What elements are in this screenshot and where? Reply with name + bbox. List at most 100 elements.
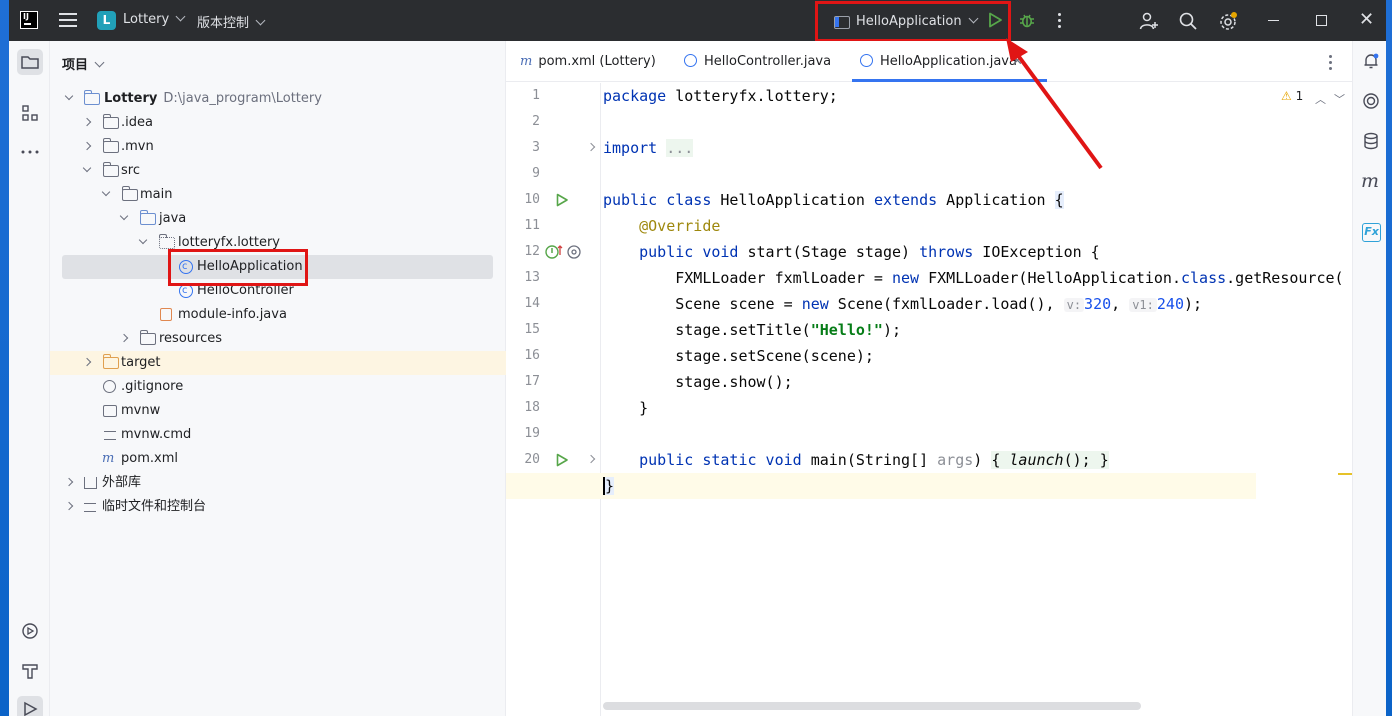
tree-item-module-info[interactable]: module-info.java (50, 303, 506, 327)
ignore-file-icon (103, 380, 116, 393)
expand-arrow-icon[interactable] (119, 211, 129, 221)
tree-item-mvnw-cmd[interactable]: mvnw.cmd (50, 423, 506, 447)
expand-arrow-icon[interactable] (138, 235, 148, 245)
inspection-warning-count[interactable]: ⚠ 1 (1281, 89, 1303, 103)
notifications-icon[interactable] (1361, 51, 1381, 71)
expand-arrow-icon[interactable] (64, 501, 74, 511)
tree-item-java[interactable]: java (50, 207, 506, 231)
horizontal-scrollbar[interactable] (603, 702, 1141, 710)
structure-tool-button[interactable] (17, 100, 43, 126)
editor-gutter: 1 2 3 9 10 11 12 13 14 15 16 17 18 19 20… (506, 83, 601, 716)
project-badge[interactable]: L (97, 11, 116, 30)
build-tool-button[interactable] (17, 658, 43, 684)
search-icon[interactable] (1178, 11, 1198, 31)
scene-builder-icon[interactable]: Fx (1362, 223, 1381, 242)
line-number: 11 (524, 218, 540, 233)
tree-item-resources[interactable]: resources (50, 327, 506, 351)
tab-hellocontroller[interactable]: HelloController.java (684, 41, 831, 82)
database-icon[interactable] (1361, 131, 1381, 151)
folder-icon (103, 162, 119, 177)
problem-navigation-arrows[interactable]: ︿﹀ (1315, 91, 1353, 107)
services-tool-button[interactable] (17, 618, 43, 644)
run-configuration-label: HelloApplication (856, 14, 962, 29)
expand-arrow-icon[interactable] (64, 91, 74, 101)
line-number: 10 (524, 192, 540, 207)
line-number: 17 (524, 374, 540, 389)
tree-item-lottery[interactable]: Lottery D:\java_program\Lottery (50, 87, 506, 111)
expand-arrow-icon[interactable] (82, 141, 92, 151)
line-number: 14 (524, 296, 540, 311)
line-number: 20 (524, 452, 540, 467)
project-switcher[interactable]: Lottery (123, 11, 186, 27)
window-minimize-button[interactable] (1268, 20, 1279, 21)
code-line: stage.show(); (603, 373, 793, 391)
maven-tool-icon[interactable]: m (1361, 171, 1381, 191)
run-gutter-icon[interactable] (556, 193, 568, 207)
project-tool-button[interactable] (17, 49, 43, 75)
expand-arrow-icon[interactable] (82, 117, 92, 127)
tree-item-gitignore[interactable]: .gitignore (50, 375, 506, 399)
expand-arrow-icon[interactable] (82, 357, 92, 367)
tab-pom-xml[interactable]: m pom.xml (Lottery) (520, 41, 656, 82)
expand-arrow-icon[interactable] (82, 163, 92, 173)
tab-close-icon[interactable]: ✕ (1012, 41, 1023, 83)
tree-item-external-libraries[interactable]: 外部库 (50, 471, 506, 495)
project-panel-header[interactable]: 项目 (62, 54, 105, 73)
expand-arrow-icon[interactable] (64, 477, 74, 487)
tree-item-main[interactable]: main (50, 183, 506, 207)
more-tools-button[interactable] (17, 139, 43, 165)
shell-file-icon (103, 405, 117, 417)
text-file-icon (104, 431, 116, 440)
run-tool-icon (24, 701, 38, 716)
run-gutter-icon[interactable] (556, 453, 568, 467)
expand-arrow-icon[interactable] (119, 333, 129, 343)
ai-assistant-icon[interactable] (1361, 91, 1381, 111)
code-line: @Override (639, 217, 721, 235)
main-menu-icon[interactable] (59, 13, 77, 27)
tree-item-scratches[interactable]: 临时文件和控制台 (50, 495, 506, 519)
more-actions-icon[interactable] (1058, 13, 1062, 29)
window-close-button[interactable]: ✕ (1359, 11, 1374, 29)
fold-arrow-icon[interactable] (586, 454, 596, 464)
add-user-icon[interactable] (1139, 11, 1159, 31)
fold-arrow-icon[interactable] (586, 142, 596, 152)
excluded-folder-icon (103, 354, 119, 369)
code-line: public void start(Stage stage) throws IO… (639, 243, 1100, 261)
code-line: public static void main(String[] args) {… (639, 451, 1109, 469)
code-line-current: } (506, 473, 1256, 499)
settings-gear-icon[interactable] (1218, 11, 1238, 31)
code-line: } (603, 399, 649, 417)
tree-item-idea[interactable]: .idea (50, 111, 506, 135)
tab-helloapplication[interactable]: HelloApplication.java (852, 41, 1047, 82)
class-icon (860, 54, 873, 67)
maven-icon: m (520, 54, 533, 69)
line-number: 15 (524, 322, 540, 337)
library-icon (84, 477, 97, 489)
tabs-more-icon[interactable] (1329, 55, 1332, 70)
debug-icon[interactable] (1018, 11, 1036, 29)
project-path: D:\java_program\Lottery (163, 91, 322, 106)
tree-item-target[interactable]: target (50, 351, 506, 375)
run-icon[interactable] (987, 12, 1003, 28)
folder-icon (122, 186, 138, 201)
run-configuration-selector[interactable]: HelloApplication (815, 1, 1011, 42)
run-tool-button[interactable] (17, 696, 43, 716)
line-number: 19 (524, 426, 540, 441)
left-tool-strip (9, 41, 50, 716)
highlight-box (168, 249, 308, 286)
chevron-down-icon (175, 11, 186, 22)
class-icon (179, 279, 193, 303)
code-line: stage.setScene(scene); (603, 347, 874, 365)
desktop-edge-right (1386, 0, 1392, 716)
tree-item-mvnw[interactable]: mvnw (50, 399, 506, 423)
tree-item-pom[interactable]: m pom.xml (50, 447, 506, 471)
expand-arrow-icon[interactable] (101, 187, 111, 197)
folder-icon (103, 138, 119, 153)
vcs-menu[interactable]: 版本控制 (197, 12, 266, 31)
tree-item-mvn[interactable]: .mvn (50, 135, 506, 159)
folder-icon (103, 114, 119, 129)
tree-item-src[interactable]: src (50, 159, 506, 183)
override-gutter-icon[interactable] (545, 243, 581, 261)
window-maximize-button[interactable] (1316, 15, 1327, 26)
project-tool-window: 项目 Lottery D:\java_program\Lottery .idea … (50, 41, 506, 716)
